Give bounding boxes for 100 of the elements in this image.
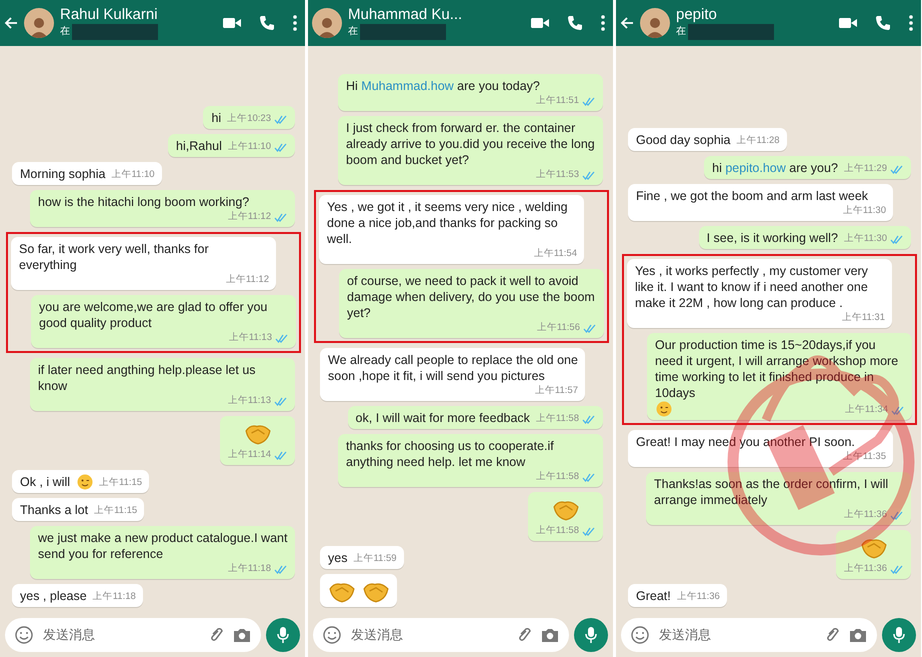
message-time: 上午11:31	[842, 311, 885, 325]
message-text: yes	[328, 550, 348, 566]
mic-button[interactable]	[266, 618, 300, 652]
link[interactable]: Muhammad.how	[361, 79, 454, 93]
message-text: I just check from forward er. the container already arrive to you.did you receive the long boom and bucket yet?	[346, 120, 596, 168]
message-time: 上午11:30	[842, 204, 886, 218]
message-text: Fine , we got the boom and arm last week	[636, 188, 868, 204]
message-text: Ok , i will	[20, 474, 70, 490]
message-time: 上午11:57	[534, 384, 578, 398]
message-time: 上午11:10	[228, 140, 271, 154]
message-time: 上午11:51	[536, 94, 579, 108]
smiley-icon[interactable]	[323, 626, 341, 644]
message-text: hi pepito.how are you?	[712, 160, 838, 176]
message-time: 上午11:35	[842, 450, 886, 464]
message-time: 上午11:36	[844, 562, 887, 576]
message-text: hi,Rahul	[176, 138, 222, 154]
message-time: 上午10:23	[227, 112, 271, 126]
link[interactable]: pepito.how	[725, 161, 786, 175]
message-time: 上午11:58	[536, 470, 579, 484]
message-time: 上午11:54	[534, 247, 577, 261]
message-text: we just make a new product catalogue.I want send you for reference	[38, 530, 288, 562]
message-input[interactable]: 发送消息	[621, 618, 877, 652]
message-time: 上午11:15	[99, 476, 142, 490]
message-time: 上午11:10	[111, 168, 155, 182]
message-text: Hi Muhammad.how are you today?	[346, 78, 540, 94]
avatar[interactable]	[24, 8, 54, 38]
paperclip-icon[interactable]	[209, 626, 225, 642]
message-text: Good day sophia	[636, 132, 731, 148]
smiley-icon[interactable]	[15, 626, 33, 644]
message-time: 上午11:12	[226, 273, 269, 287]
message-time: 上午11:18	[92, 590, 136, 604]
microphone-icon	[893, 626, 905, 644]
message-time: 上午11:13	[228, 331, 272, 345]
paperclip-icon[interactable]	[517, 626, 533, 642]
message-text: thanks for choosing us to cooperate.if anything need help. let me know	[346, 438, 555, 470]
contact-status: 在	[676, 25, 686, 39]
phone-icon[interactable]	[259, 15, 275, 31]
message-time: 上午11:12	[228, 210, 271, 224]
message-time: 上午11:13	[228, 394, 271, 408]
camera-icon[interactable]	[233, 626, 251, 642]
message-time: 上午11:56	[536, 321, 580, 335]
more-options-icon[interactable]	[909, 15, 913, 31]
phone-icon[interactable]	[567, 15, 583, 31]
paperclip-icon[interactable]	[825, 626, 841, 642]
contact-name: Muhammad Ku...	[348, 6, 464, 24]
contact-name: pepito	[676, 6, 718, 24]
contact-status: 在	[60, 25, 70, 39]
message-text: hi	[211, 110, 222, 126]
message-field[interactable]: 发送消息	[349, 626, 509, 643]
message-time: 上午11:36	[676, 590, 720, 604]
message-time: 上午11:53	[536, 168, 579, 182]
message-input[interactable]: 发送消息	[313, 618, 569, 652]
message-time: 上午11:29	[844, 162, 887, 176]
phone-icon[interactable]	[875, 15, 891, 31]
microphone-icon	[585, 626, 597, 644]
camera-icon[interactable]	[541, 626, 559, 642]
message-text: if later need angthing help.please let us know	[38, 362, 257, 394]
contact-name: Rahul Kulkarni	[60, 6, 159, 24]
message-text: I see, is it working well?	[706, 230, 838, 246]
message-text: We already call people to replace the old one soon ,hope it fit, i will send you pictures	[328, 352, 578, 384]
video-call-icon[interactable]	[839, 17, 857, 29]
message-text: Great! I may need you another PI soon.	[636, 434, 855, 450]
microphone-icon	[277, 626, 289, 644]
message-time: 上午11:15	[94, 504, 138, 518]
message-text: yes , please	[20, 588, 87, 604]
message-text: ok, I will wait for more feedback	[356, 410, 530, 426]
message-text: Our production time is 15~20days,if you need it urgent, I will arrange workshop more time working to let it finished produce in 10days	[655, 337, 900, 401]
avatar[interactable]	[312, 8, 342, 38]
avatar[interactable]	[640, 8, 670, 38]
back-arrow-icon[interactable]	[4, 16, 18, 30]
more-options-icon[interactable]	[293, 15, 297, 31]
video-call-icon[interactable]	[531, 17, 549, 29]
message-text: Yes , it works perfectly , my customer very like it. I want to know if i need another one make it 22M , how long can produce .	[635, 263, 869, 311]
mic-button[interactable]	[882, 618, 916, 652]
back-arrow-icon[interactable]	[620, 16, 634, 30]
message-text: you are welcome,we are glad to offer you good quality product	[39, 299, 268, 331]
message-input[interactable]: 发送消息	[5, 618, 261, 652]
message-field[interactable]: 发送消息	[657, 626, 817, 643]
smiley-icon[interactable]	[631, 626, 649, 644]
message-text: of course, we need to pack it well to avoid damage when delivery, do you use the boom yet?	[347, 273, 596, 321]
message-text: Morning sophia	[20, 166, 106, 182]
contact-status: 在	[348, 25, 358, 39]
message-text: Thanks a lot	[20, 502, 88, 518]
message-time: 上午11:59	[353, 552, 397, 566]
message-text: how is the hitachi long boom working?	[38, 194, 250, 210]
camera-icon[interactable]	[849, 626, 867, 642]
message-time: 上午11:58	[536, 412, 579, 426]
video-call-icon[interactable]	[223, 17, 241, 29]
message-time: 上午11:58	[536, 524, 579, 538]
message-field[interactable]: 发送消息	[41, 626, 201, 643]
message-text: Great!	[636, 588, 671, 604]
message-time: 上午11:14	[228, 448, 271, 462]
message-time: 上午11:30	[844, 232, 887, 246]
message-time: 上午11:18	[228, 562, 271, 576]
message-time: 上午11:28	[736, 134, 780, 148]
message-text: Thanks!as soon as the order confirm, I will arrange immediately	[654, 476, 890, 508]
more-options-icon[interactable]	[601, 15, 605, 31]
message-text: Yes , we got it , it seems very nice , welding done a nice job,and thanks for packing so well.	[327, 199, 569, 247]
message-text: So far, it work very well, thanks for everything	[19, 241, 210, 273]
mic-button[interactable]	[574, 618, 608, 652]
